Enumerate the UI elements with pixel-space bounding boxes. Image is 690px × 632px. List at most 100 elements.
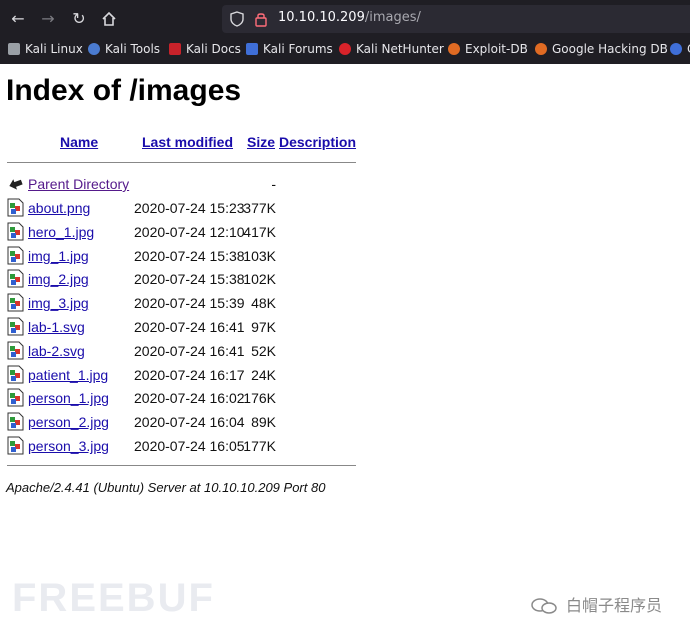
file-link[interactable]: img_1.jpg <box>28 248 89 264</box>
file-size: 417K <box>243 223 276 240</box>
bookmark-kali-docs[interactable]: Kali Docs <box>169 42 241 56</box>
home-icon[interactable] <box>98 8 120 30</box>
file-size: 52K <box>251 342 276 359</box>
column-size-link[interactable]: Size <box>247 134 275 150</box>
kali-nethunter-icon <box>339 43 351 55</box>
file-link[interactable]: patient_1.jpg <box>28 367 108 383</box>
reload-icon[interactable]: ↻ <box>68 8 90 30</box>
wechat-watermark: 白帽子程序员 <box>530 592 662 616</box>
file-row: img_2.jpg 2020-07-24 15:38 102K <box>0 269 690 291</box>
parent-directory-row: Parent Directory - <box>0 174 690 196</box>
image-file-icon <box>7 317 24 336</box>
bookmark-overflow-icon <box>670 43 682 55</box>
image-file-icon <box>7 198 24 217</box>
image-file-icon <box>7 388 24 407</box>
url-text[interactable]: 10.10.10.209/images/ <box>278 10 421 25</box>
kali-tools-icon <box>88 43 100 55</box>
file-modified: 2020-07-24 16:41 <box>134 342 245 359</box>
file-modified: 2020-07-24 15:38 <box>134 247 245 264</box>
file-row: img_3.jpg 2020-07-24 15:39 48K <box>0 293 690 315</box>
bookmark-label: Exploit-DB <box>465 42 528 56</box>
bookmark-google-hacking-db[interactable]: Google Hacking DB <box>535 42 668 56</box>
file-row: about.png 2020-07-24 15:23 377K <box>0 198 690 220</box>
insecure-lock-icon[interactable] <box>254 11 268 27</box>
file-link[interactable]: person_3.jpg <box>28 438 109 454</box>
file-link[interactable]: lab-1.svg <box>28 319 85 335</box>
file-size: 97K <box>251 319 276 335</box>
image-file-icon <box>7 222 24 241</box>
file-modified: 2020-07-24 15:23 <box>134 200 245 216</box>
file-row: person_3.jpg 2020-07-24 16:05 177K <box>0 436 690 458</box>
bookmark-label: Kali Forums <box>263 42 333 56</box>
column-name-link[interactable]: Name <box>60 134 98 150</box>
page-title: Index of /images <box>6 74 242 107</box>
bookmarks-toolbar: Kali Linux Kali Tools Kali Docs Kali For… <box>0 38 690 62</box>
bookmark-overflow[interactable]: C <box>670 42 690 56</box>
wechat-account-name: 白帽子程序员 <box>566 596 663 615</box>
file-size: 48K <box>251 295 276 312</box>
column-last-modified-link[interactable]: Last modified <box>142 134 233 150</box>
back-arrow-icon[interactable]: ← <box>7 8 29 30</box>
column-description-link[interactable]: Description <box>279 134 356 150</box>
parent-size: - <box>271 176 276 192</box>
address-bar[interactable]: 10.10.10.209/images/ <box>222 5 690 33</box>
file-link[interactable]: lab-2.svg <box>28 343 85 359</box>
url-host: 10.10.10.209 <box>278 10 365 25</box>
bookmark-kali-tools[interactable]: Kali Tools <box>88 42 160 56</box>
browser-chrome: ← → ↻ 10.10.10.209/images/ Kali Linux Ka… <box>0 0 690 64</box>
exploit-db-icon <box>448 43 460 55</box>
bookmark-kali-forums[interactable]: Kali Forums <box>246 42 333 56</box>
url-path: /images/ <box>364 10 421 25</box>
file-row: img_1.jpg 2020-07-24 15:38 103K <box>0 246 690 268</box>
image-file-icon <box>7 436 24 455</box>
file-row: person_2.jpg 2020-07-24 16:04 89K <box>0 412 690 434</box>
file-size: 177K <box>243 438 276 454</box>
kali-linux-icon <box>8 43 20 55</box>
file-modified: 2020-07-24 16:02 <box>134 390 245 407</box>
file-link[interactable]: person_1.jpg <box>28 390 109 406</box>
google-hacking-db-icon <box>535 43 547 55</box>
bookmark-kali-nethunter[interactable]: Kali NetHunter <box>339 42 444 56</box>
kali-docs-icon <box>169 43 181 55</box>
image-file-icon <box>7 365 24 384</box>
file-link[interactable]: img_3.jpg <box>28 295 89 311</box>
navigation-bar: ← → ↻ 10.10.10.209/images/ <box>0 0 690 38</box>
file-link[interactable]: hero_1.jpg <box>28 224 94 240</box>
file-row: lab-2.svg 2020-07-24 16:41 52K <box>0 341 690 363</box>
image-file-icon <box>7 246 24 265</box>
file-row: lab-1.svg 2020-07-24 16:41 97K <box>0 317 690 339</box>
file-modified: 2020-07-24 15:38 <box>134 271 245 288</box>
file-link[interactable]: img_2.jpg <box>28 271 89 287</box>
bookmark-label: Google Hacking DB <box>552 42 668 56</box>
file-size: 102K <box>243 271 276 288</box>
shield-icon[interactable] <box>230 11 244 27</box>
file-modified: 2020-07-24 12:10 <box>134 223 245 240</box>
file-link[interactable]: about.png <box>28 200 90 216</box>
page-content: Index of /images Name Last modified Size… <box>0 64 690 632</box>
kali-forums-icon <box>246 43 258 55</box>
image-file-icon <box>7 269 24 288</box>
file-modified: 2020-07-24 16:05 <box>134 438 245 454</box>
freebuf-watermark: FREEBUF <box>12 576 215 620</box>
forward-arrow-icon[interactable]: → <box>37 8 59 30</box>
bookmark-exploit-db[interactable]: Exploit-DB <box>448 42 528 56</box>
parent-directory-link[interactable]: Parent Directory <box>28 176 129 192</box>
footer-divider <box>7 465 356 466</box>
back-folder-icon <box>9 179 23 190</box>
file-link[interactable]: person_2.jpg <box>28 414 109 430</box>
file-row: hero_1.jpg 2020-07-24 12:10 417K <box>0 222 690 244</box>
file-modified: 2020-07-24 16:41 <box>134 319 245 335</box>
image-file-icon <box>7 412 24 431</box>
header-divider <box>7 162 356 163</box>
file-row: patient_1.jpg 2020-07-24 16:17 24K <box>0 365 690 387</box>
file-size: 24K <box>251 366 276 383</box>
file-modified: 2020-07-24 15:39 <box>134 295 245 312</box>
file-size: 103K <box>243 247 276 264</box>
image-file-icon <box>7 341 24 360</box>
wechat-logo-icon <box>531 598 557 614</box>
file-modified: 2020-07-24 16:04 <box>134 414 245 431</box>
image-file-icon <box>7 293 24 312</box>
file-modified: 2020-07-24 16:17 <box>134 366 245 383</box>
bookmark-kali-linux[interactable]: Kali Linux <box>8 42 83 56</box>
bookmark-label: Kali Docs <box>186 42 241 56</box>
